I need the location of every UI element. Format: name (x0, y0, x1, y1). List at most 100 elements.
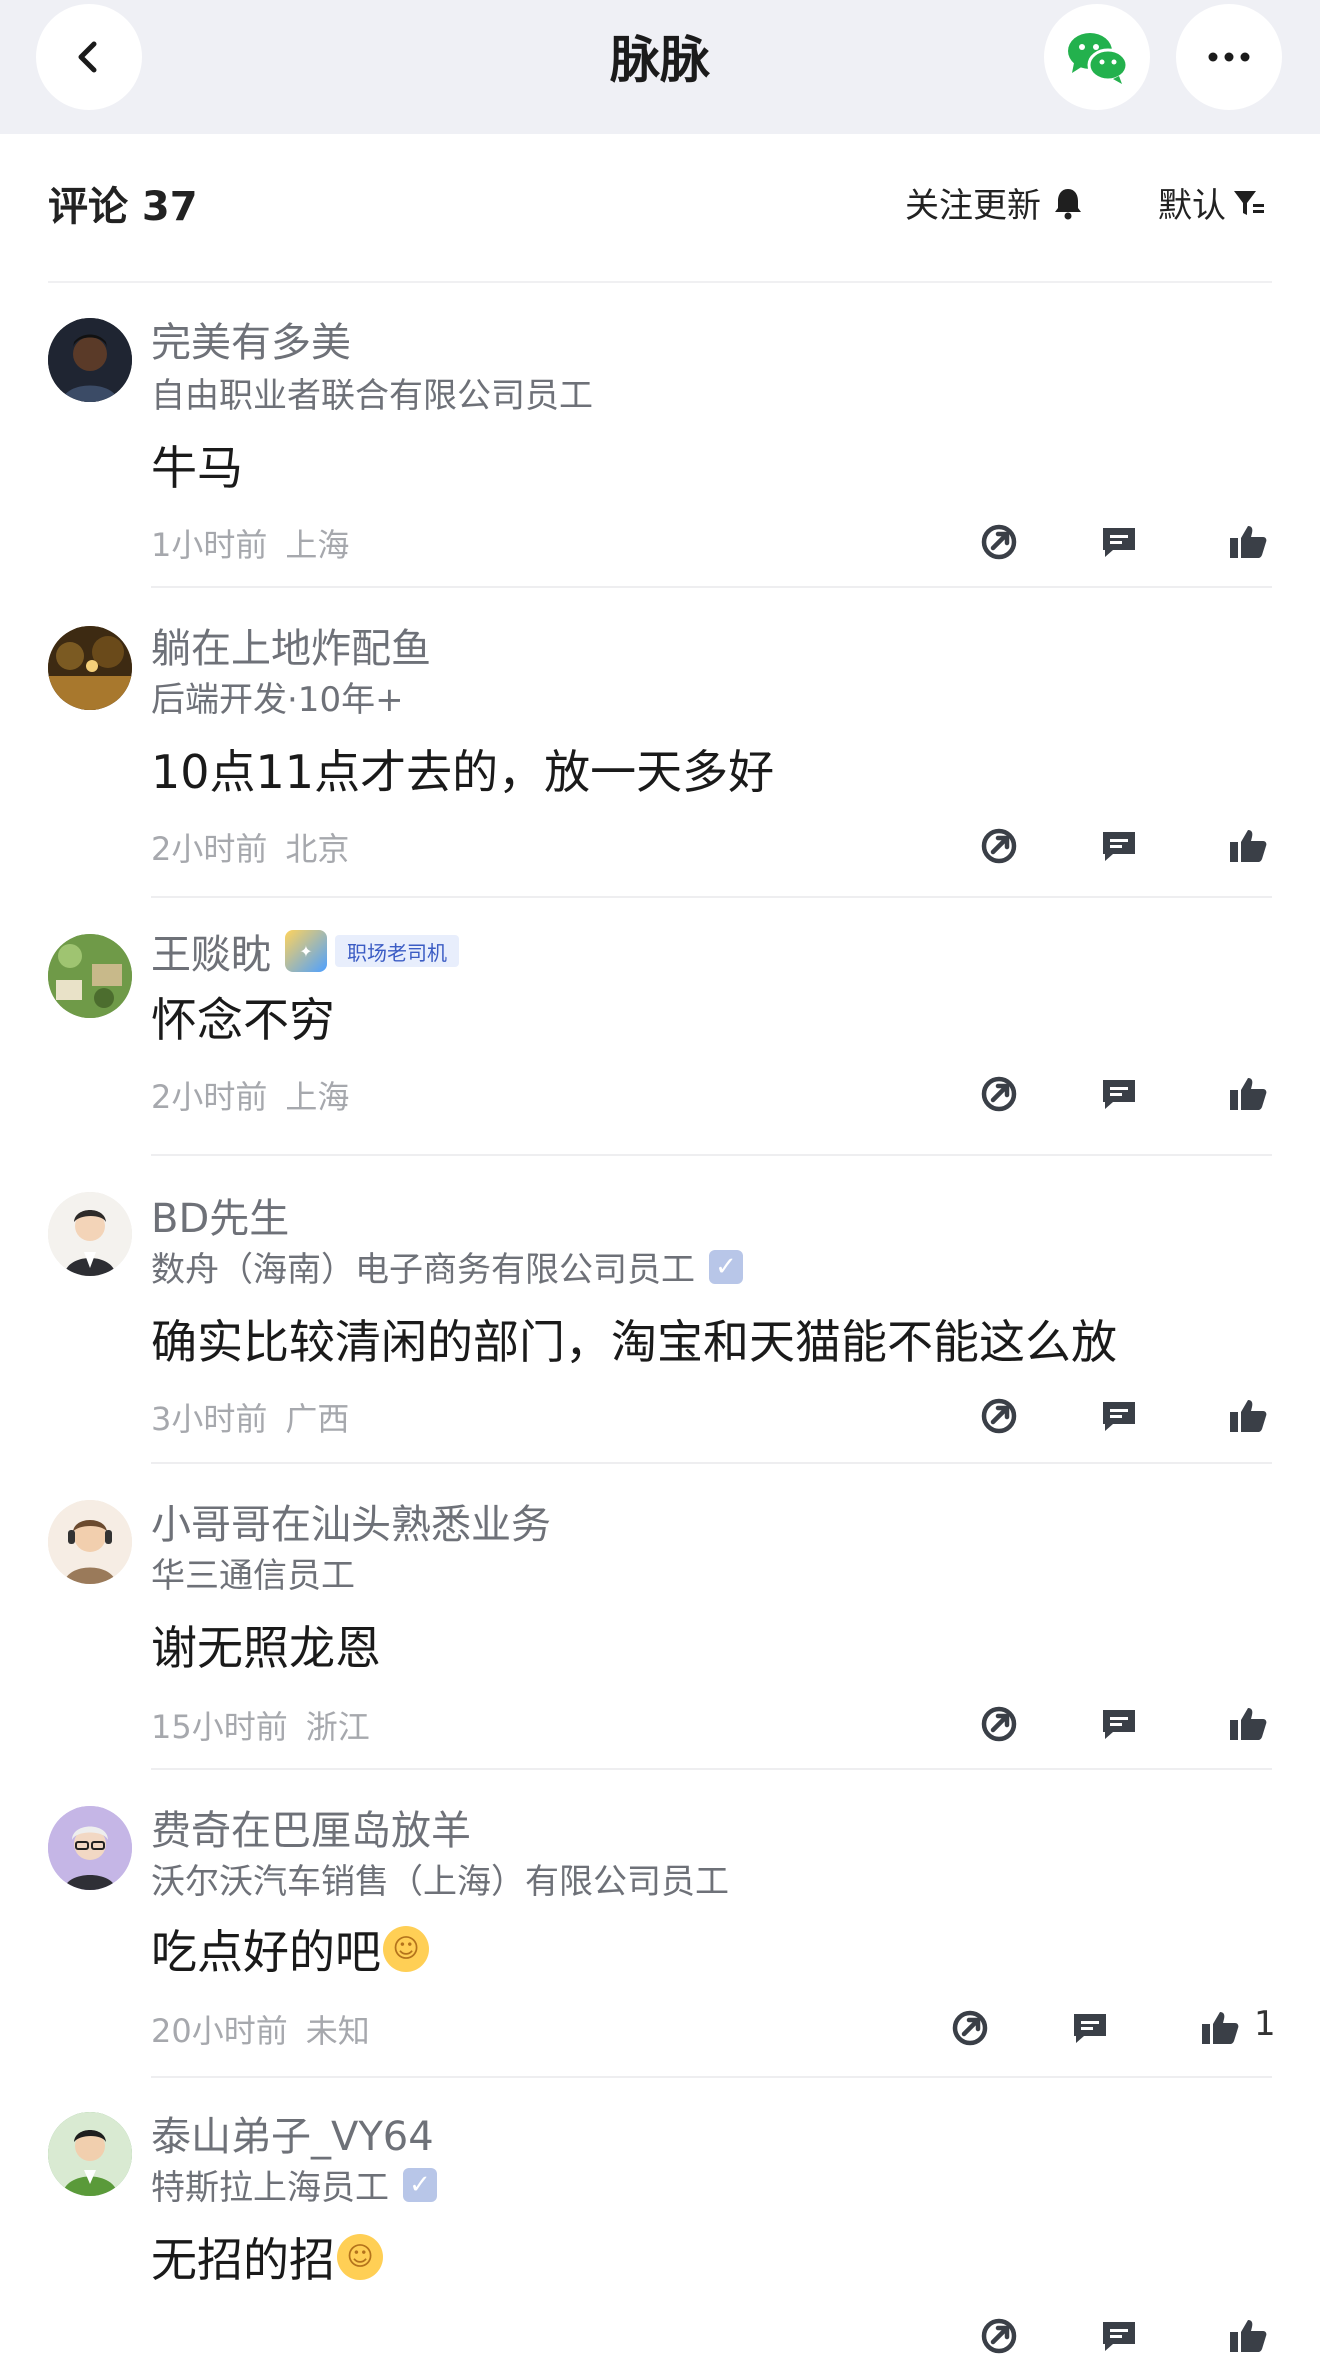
author-badge[interactable]: 职场老司机 (335, 935, 459, 967)
comments-header: 评论 37 关注更新 默认 (0, 134, 1320, 262)
like-button[interactable] (1224, 2312, 1272, 2360)
thumbs-up-icon (1230, 1078, 1267, 1110)
share-button[interactable] (975, 518, 1023, 566)
share-button[interactable] (975, 1392, 1023, 1440)
thumbs-up-icon (1230, 830, 1267, 862)
comment-time: 1小时前 (151, 526, 268, 564)
share-icon (981, 1076, 1017, 1112)
avatar-image (48, 1806, 132, 1890)
share-icon (981, 1706, 1017, 1742)
comment-meta: 20小时前 未知 (151, 2006, 370, 2052)
comment-location: 上海 (285, 1078, 350, 1116)
comment-location: 未知 (305, 2012, 370, 2050)
author-name[interactable]: 躺在上地炸配鱼 (151, 616, 431, 674)
comment-meta: 2小时前 北京 (151, 824, 349, 870)
reply-button[interactable] (1066, 2004, 1114, 2052)
comment-text: 牛马 (151, 441, 243, 495)
reply-button[interactable] (1095, 822, 1143, 870)
avatar[interactable] (48, 626, 132, 710)
comment-meta: 3小时前 广西 (151, 1394, 349, 1440)
comment-time: 2小时前 (151, 1078, 268, 1116)
comment-time: 2小时前 (151, 830, 268, 868)
reply-button[interactable] (1095, 1700, 1143, 1748)
avatar-image (48, 1192, 132, 1276)
reply-button[interactable] (1095, 1070, 1143, 1118)
thumbs-up-icon (1230, 1708, 1267, 1740)
like-button[interactable] (1224, 822, 1272, 870)
like-button[interactable] (1224, 518, 1272, 566)
author-name[interactable]: 完美有多美 (151, 310, 351, 368)
avatar[interactable] (48, 934, 132, 1018)
emoji-icon: ☺ (337, 2234, 383, 2280)
comment-text: 确实比较清闲的部门，淘宝和天猫能不能这么放 (151, 1315, 1117, 1369)
comment-divider (151, 1462, 1272, 1464)
comment-divider (151, 586, 1272, 588)
avatar[interactable] (48, 1806, 132, 1890)
comment-text: 无招的招 ☺ (151, 2224, 383, 2290)
filter-icon (1234, 190, 1264, 215)
share-button[interactable] (975, 1070, 1023, 1118)
author-name[interactable]: 泰山弟子_VY64 (151, 2104, 434, 2162)
reply-button[interactable] (1095, 518, 1143, 566)
avatar[interactable] (48, 1192, 132, 1276)
comments-count-title: 评论 37 (48, 184, 198, 230)
author-subtitle: 华三通信员工 (151, 1556, 355, 1596)
comment-text: 谢无照龙恩 (151, 1621, 381, 1675)
comment-meta: 2小时前 上海 (151, 1072, 349, 1118)
like-button[interactable] (1196, 2004, 1244, 2052)
wechat-share-button[interactable] (1044, 4, 1150, 110)
author-subtitle: 后端开发·10年+ (151, 680, 404, 720)
share-button[interactable] (975, 822, 1023, 870)
avatar-image (48, 2112, 132, 2196)
share-button[interactable] (946, 2004, 994, 2052)
comment-location: 北京 (285, 830, 350, 868)
share-button[interactable] (975, 2312, 1023, 2360)
like-button[interactable] (1224, 1700, 1272, 1748)
top-nav-bar: 脉脉 (0, 0, 1320, 134)
comment-location: 广西 (285, 1400, 350, 1438)
share-button[interactable] (975, 1700, 1023, 1748)
header-divider (48, 281, 1272, 283)
reply-button[interactable] (1095, 1392, 1143, 1440)
comment-meta: 1小时前 上海 (151, 520, 349, 566)
verified-badge-icon: ✓ (709, 1249, 743, 1284)
comment-divider (151, 1154, 1272, 1156)
author-subtitle: 特斯拉上海员工 ✓ (151, 2160, 437, 2209)
emoji-icon: ☺ (383, 1926, 429, 1972)
author-name-text: 王赕眈 (151, 932, 271, 978)
author-name[interactable]: BD先生 (151, 1186, 289, 1244)
reply-button[interactable] (1095, 2312, 1143, 2360)
like-button[interactable] (1224, 1392, 1272, 1440)
sort-button[interactable]: 默认 (1158, 178, 1266, 227)
like-button[interactable] (1224, 1070, 1272, 1118)
thumbs-up-icon (1230, 526, 1267, 558)
comment-icon (1103, 2322, 1135, 2351)
comment-text-content: 无招的招 (151, 2233, 335, 2287)
comment-time: 20小时前 (151, 2012, 288, 2050)
avatar-image (48, 626, 132, 710)
avatar-image (48, 1500, 132, 1584)
comment-icon (1103, 1402, 1135, 1431)
comment-time: 15小时前 (151, 1708, 288, 1746)
author-name[interactable]: 王赕眈 ✦ 职场老司机 (151, 922, 459, 980)
more-icon (1208, 52, 1250, 62)
comment-text-content: 吃点好的吧 (151, 1925, 381, 1979)
share-icon (981, 524, 1017, 560)
author-subtitle: 沃尔沃汽车销售（上海）有限公司员工 (151, 1862, 729, 1902)
share-icon (981, 2318, 1017, 2354)
author-name[interactable]: 费奇在巴厘岛放羊 (151, 1798, 471, 1856)
share-icon (981, 1398, 1017, 1434)
verified-badge-icon: ✓ (403, 2167, 437, 2202)
thumbs-up-icon (1230, 1400, 1267, 1432)
author-subtitle: 自由职业者联合有限公司员工 (151, 376, 593, 416)
more-button[interactable] (1176, 4, 1282, 110)
avatar[interactable] (48, 2112, 132, 2196)
comment-icon (1103, 1710, 1135, 1739)
thumbs-up-icon (1230, 2320, 1267, 2352)
avatar[interactable] (48, 1500, 132, 1584)
follow-updates-button[interactable]: 关注更新 (905, 178, 1083, 227)
comment-divider (151, 1768, 1272, 1770)
comment-text: 怀念不穷 (151, 993, 335, 1047)
author-name[interactable]: 小哥哥在汕头熟悉业务 (151, 1492, 551, 1550)
avatar[interactable] (48, 318, 132, 402)
